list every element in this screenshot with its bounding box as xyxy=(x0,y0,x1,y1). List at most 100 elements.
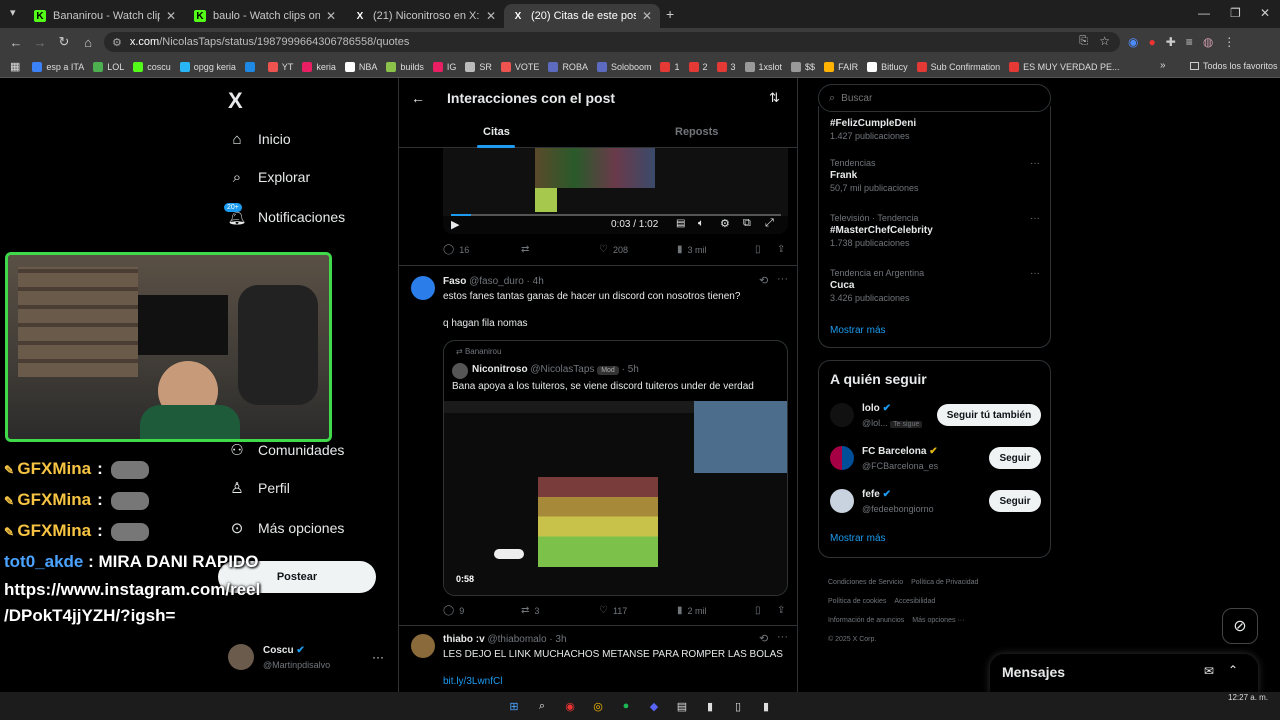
pip-icon[interactable]: ⧉ xyxy=(743,217,751,230)
bookmark-item[interactable]: Sub Confirmation xyxy=(916,61,1000,72)
bookmark-item[interactable]: coscu xyxy=(133,61,171,72)
share-action[interactable]: ⇪ xyxy=(777,605,790,616)
bookmark-item[interactable]: NBA xyxy=(344,61,377,72)
forward-icon[interactable]: → xyxy=(28,35,52,50)
follow-back-button[interactable]: Seguir tú también xyxy=(937,404,1041,426)
clock[interactable]: 12:27 a. m. xyxy=(1228,693,1268,702)
messages-drawer[interactable]: Mensajes ✉ ⌃ xyxy=(990,654,1258,692)
bookmark-item[interactable]: 3 xyxy=(716,61,736,72)
views-action[interactable]: ▮ 3 mil xyxy=(677,244,707,255)
video-player[interactable]: ▶ 0:03 / 1:02 ▤ 🔈︎ ⚙ ⧉ ⤢ xyxy=(443,148,788,234)
account-avatar[interactable] xyxy=(228,644,254,670)
restore-icon[interactable]: ❐ xyxy=(1230,6,1241,20)
bookmark-item[interactable]: Bitlucy xyxy=(867,61,908,72)
repost-action[interactable]: ⇄ xyxy=(521,244,534,255)
minimize-icon[interactable]: — xyxy=(1198,6,1210,20)
nav-item-communities[interactable]: ⚇ Comunidades xyxy=(228,441,344,459)
reply-action[interactable]: ◯ 9 xyxy=(443,605,464,616)
bookmark-item[interactable]: 2 xyxy=(688,61,708,72)
account-menu-icon[interactable]: ··· xyxy=(372,650,384,664)
tweet[interactable]: Faso @faso_duro · 4h ⟲ ··· estos fanes t… xyxy=(399,266,797,626)
grok-icon[interactable]: ⟲ xyxy=(759,632,768,645)
more-icon[interactable]: ··· xyxy=(777,631,788,643)
footer-link[interactable]: Información de anuncios xyxy=(828,617,904,624)
bookmark-item[interactable]: LOL xyxy=(93,61,124,72)
bookmark-action[interactable]: ▯ xyxy=(755,244,766,255)
search-icon[interactable]: ⌕ xyxy=(533,697,551,715)
follow-button[interactable]: Seguir xyxy=(989,490,1041,512)
avatar[interactable] xyxy=(411,634,435,658)
bookmark-item[interactable]: ES MUY VERDAD PE... xyxy=(1009,61,1120,72)
extensions-puzzle-icon[interactable]: ✚ xyxy=(1166,35,1176,49)
repost-action[interactable]: ⇄ 3 xyxy=(521,605,539,616)
bookmark-item[interactable]: SR xyxy=(465,61,492,72)
media-icon[interactable]: ≡ xyxy=(1186,35,1193,49)
footer-link[interactable]: Condiciones de Servicio xyxy=(828,579,903,586)
bookmark-item[interactable] xyxy=(244,61,259,72)
bookmark-item[interactable]: keria xyxy=(302,61,336,72)
bookmark-item[interactable]: ROBA xyxy=(548,61,588,72)
fullscreen-icon[interactable]: ⤢ xyxy=(765,217,774,230)
apps-grid-icon[interactable]: ▦ xyxy=(10,60,20,73)
bookmark-item[interactable]: $$ xyxy=(791,61,815,72)
show-more-link[interactable]: Mostrar más xyxy=(830,325,886,336)
install-icon[interactable]: ⎘ xyxy=(1079,35,1088,48)
video-progress[interactable] xyxy=(451,214,781,216)
play-icon[interactable]: ▶ xyxy=(451,218,459,231)
show-more-link[interactable]: Mostrar más xyxy=(830,533,886,544)
avatar[interactable] xyxy=(830,489,854,513)
footer-link[interactable]: Más opciones ··· xyxy=(912,617,964,624)
address-bar[interactable]: ⚙ x.com/NicolasTaps/status/1987999664306… xyxy=(104,32,1120,52)
trend-item[interactable]: #FelizCumpleDeni 1.427 publicaciones xyxy=(830,116,916,141)
follow-button[interactable]: Seguir xyxy=(989,447,1041,469)
tab-search-icon[interactable]: ▾ xyxy=(10,6,16,19)
more-bookmarks-icon[interactable]: » xyxy=(1160,60,1166,71)
nav-item-notifications[interactable]: 🔔︎ Notificaciones xyxy=(227,208,345,226)
bookmark-item[interactable]: esp a ITA xyxy=(32,61,84,72)
windows-start-icon[interactable]: ⊞ xyxy=(505,697,523,715)
browser-tab[interactable]: K baulo - Watch clips on Kick ✕ xyxy=(186,4,344,28)
reload-icon[interactable]: ↻ xyxy=(52,34,76,50)
expand-icon[interactable]: ⌃ xyxy=(1228,663,1238,677)
settings-gear-icon[interactable]: ⚙ xyxy=(720,217,730,230)
app-icon[interactable]: ◉ xyxy=(561,697,579,715)
bookmark-item[interactable]: opgg keria xyxy=(179,61,236,72)
footer-link[interactable]: Accesibilidad xyxy=(894,598,935,605)
nav-item-home[interactable]: ⌂ Inicio xyxy=(228,130,290,148)
share-action[interactable]: ⇪ xyxy=(777,244,790,255)
trend-more-icon[interactable]: ··· xyxy=(1030,158,1040,169)
new-tab-icon[interactable]: + xyxy=(666,6,674,22)
trend-more-icon[interactable]: ··· xyxy=(1030,268,1040,279)
extension-icon[interactable]: ● xyxy=(1148,35,1155,49)
app-icon[interactable]: ▯ xyxy=(729,697,747,715)
reply-action[interactable]: ◯ 16 xyxy=(443,244,469,255)
profile-avatar-icon[interactable]: ◍ xyxy=(1203,35,1213,49)
bookmark-item[interactable]: FAIR xyxy=(824,61,858,72)
nav-item-profile[interactable]: ♙ Perfil xyxy=(228,479,290,497)
tweet-link[interactable]: bit.ly/3LwnfCl xyxy=(443,676,502,687)
nav-item-more[interactable]: ⊙ Más opciones xyxy=(228,519,345,537)
trend-more-icon[interactable]: ··· xyxy=(1030,213,1040,224)
tab-reposts[interactable]: Reposts xyxy=(675,126,718,138)
app-icon[interactable]: ▮ xyxy=(757,697,775,715)
close-icon[interactable]: ✕ xyxy=(166,9,176,23)
bookmark-item[interactable]: YT xyxy=(267,61,293,72)
chrome-icon[interactable]: ◎ xyxy=(589,697,607,715)
close-icon[interactable]: ✕ xyxy=(486,9,496,23)
bookmark-star-icon[interactable]: ☆ xyxy=(1099,34,1110,48)
fcb-avatar[interactable] xyxy=(830,446,854,470)
like-action[interactable]: ♡ 208 xyxy=(599,244,628,255)
close-window-icon[interactable]: ✕ xyxy=(1260,6,1270,20)
like-action[interactable]: ♡ 117 xyxy=(599,605,627,616)
bookmark-item[interactable]: 1xslot xyxy=(744,61,782,72)
avatar[interactable] xyxy=(411,276,435,300)
all-bookmarks[interactable]: Todos los favoritos xyxy=(1190,61,1278,71)
filter-icon[interactable]: ⇅ xyxy=(769,90,780,106)
spotify-icon[interactable]: ● xyxy=(617,697,635,715)
views-action[interactable]: ▮ 2 mil xyxy=(677,605,707,616)
home-icon[interactable]: ⌂ xyxy=(76,35,100,50)
footer-link[interactable]: Política de Privacidad xyxy=(911,579,978,586)
avatar[interactable] xyxy=(830,403,854,427)
browser-tab-active[interactable]: X (20) Citas de este post / X ✕ xyxy=(504,4,660,28)
quoted-video[interactable]: 0:58 xyxy=(444,401,787,595)
